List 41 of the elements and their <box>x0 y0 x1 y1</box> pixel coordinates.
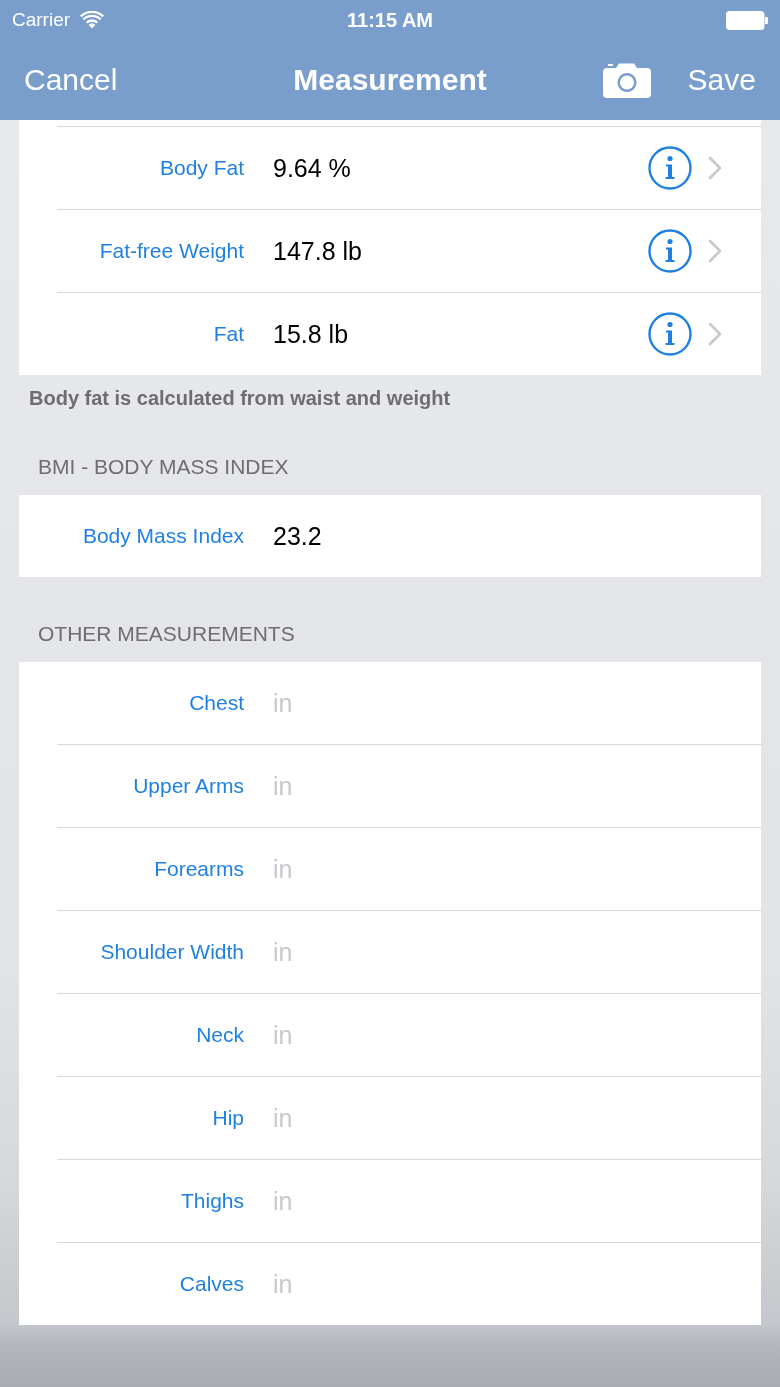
section-header: BMI - BODY MASS INDEX <box>38 455 289 479</box>
field-value: 15.8 lb <box>273 319 349 349</box>
carrier-label: Carrier <box>12 9 71 31</box>
cancel-button[interactable]: Cancel <box>24 62 118 98</box>
field-label: Body Fat <box>158 156 244 180</box>
field-value: 23.2 <box>273 521 322 551</box>
field-label: Hip <box>211 1106 244 1130</box>
field-label: Chest <box>188 691 244 715</box>
field-label: Forearms <box>153 857 244 881</box>
camera-icon[interactable] <box>602 62 651 98</box>
measurement-field[interactable]: in <box>273 1267 722 1301</box>
field-label: Shoulder Width <box>99 940 244 964</box>
field-label: Thighs <box>179 1189 244 1213</box>
section-footer: Body fat is calculated from waist and weight <box>29 386 451 410</box>
info-button[interactable] <box>648 229 692 273</box>
measurement-field[interactable]: in <box>273 769 722 803</box>
measurement-field[interactable]: in <box>273 1184 722 1218</box>
status-time: 11:15 AM <box>347 8 433 32</box>
info-button[interactable] <box>648 146 692 190</box>
measurement-field[interactable]: in <box>273 852 722 886</box>
field-label: Fat-free Weight <box>98 239 244 263</box>
info-button[interactable] <box>648 312 692 356</box>
wifi-icon <box>80 11 105 29</box>
measurement-field[interactable]: in <box>273 686 722 720</box>
chevron-icon <box>708 239 722 263</box>
save-button[interactable]: Save <box>687 62 756 98</box>
field-label: Calves <box>178 1272 244 1296</box>
battery-icon <box>726 10 768 30</box>
measurement-field[interactable]: in <box>273 1101 722 1135</box>
chevron-icon <box>708 322 722 346</box>
field-label: Fat <box>212 322 244 346</box>
nav-title: Measurement <box>293 63 487 97</box>
field-value: 147.8 lb <box>273 236 362 266</box>
measurement-field[interactable]: in <box>273 935 722 969</box>
section-header: OTHER MEASUREMENTS <box>38 622 295 646</box>
field-label: Body Mass Index <box>81 524 244 548</box>
chevron-icon <box>708 156 722 180</box>
field-label: Upper Arms <box>132 774 244 798</box>
field-label: Neck <box>195 1023 244 1047</box>
field-value: 9.64 % <box>273 153 351 183</box>
measurement-field[interactable]: in <box>273 1018 722 1052</box>
